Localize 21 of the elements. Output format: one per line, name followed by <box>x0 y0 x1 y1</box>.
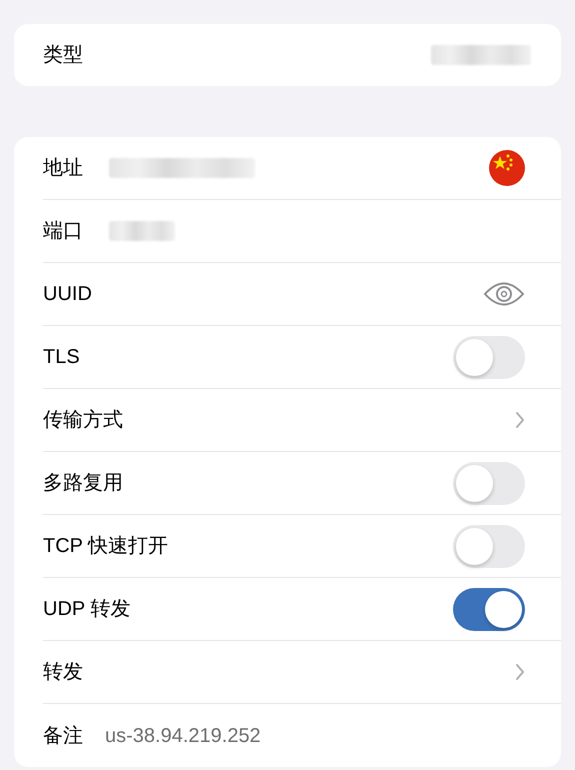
row-label: 备注 <box>43 724 83 748</box>
row-label: 端口 <box>43 219 83 244</box>
row-label: UDP 转发 <box>43 597 130 622</box>
eye-icon[interactable] <box>483 281 525 307</box>
navigation-row[interactable]: 转发 <box>43 641 561 704</box>
chevron-right-icon <box>515 411 525 429</box>
row-label: 类型 <box>43 43 83 68</box>
chevron-right-icon <box>515 663 525 681</box>
navigation-row[interactable]: 传输方式 <box>43 389 561 452</box>
row-label: UUID <box>43 282 92 307</box>
toggle-switch[interactable] <box>453 588 525 630</box>
row-label: 传输方式 <box>43 408 123 433</box>
toggle-switch[interactable] <box>453 524 525 568</box>
toggle-switch[interactable] <box>453 462 525 504</box>
row-label: 地址 <box>43 156 83 181</box>
row-value: us-38.94.219.252 <box>105 724 261 748</box>
row-label: 转发 <box>43 660 83 685</box>
toggle-switch[interactable] <box>453 336 525 378</box>
row-label: TLS <box>43 345 80 370</box>
row-label: TCP 快速打开 <box>43 534 168 559</box>
row-label: 多路复用 <box>43 471 123 496</box>
